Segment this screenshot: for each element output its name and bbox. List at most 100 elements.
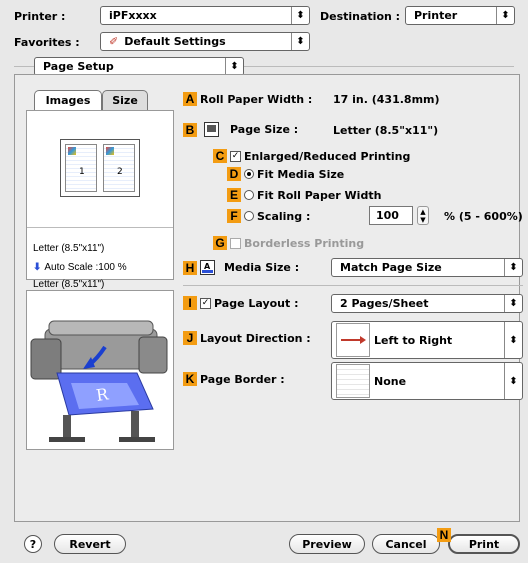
- marker-f: F: [227, 209, 241, 223]
- revert-button[interactable]: Revert: [54, 534, 126, 554]
- media-size-icon: A: [200, 260, 215, 275]
- help-icon: ?: [29, 537, 37, 551]
- up-down-arrows-icon: ⬍: [291, 33, 309, 50]
- borderless-row[interactable]: G Borderless Printing: [213, 236, 364, 250]
- page-size-icon: [204, 122, 219, 137]
- marker-n: N: [437, 528, 451, 542]
- favorites-icon: ✐: [109, 35, 119, 48]
- favorites-select[interactable]: ✐ Default Settings ⬍: [100, 32, 310, 51]
- left-to-right-icon: [336, 323, 370, 357]
- help-button[interactable]: ?: [24, 535, 42, 553]
- marker-i: I: [183, 296, 197, 310]
- page-size-row: B Page Size :: [183, 122, 298, 137]
- layout-direction-row: J Layout Direction :: [183, 331, 311, 345]
- printer-select[interactable]: iPFxxxx ⬍: [100, 6, 310, 25]
- scaling-radio[interactable]: [244, 211, 254, 221]
- down-arrow-icon: ⬇: [33, 262, 42, 273]
- tab-images[interactable]: Images: [34, 90, 102, 110]
- borderless-checkbox[interactable]: [230, 237, 241, 249]
- print-button[interactable]: Print: [448, 534, 520, 554]
- page-border-label: Page Border :: [200, 372, 285, 386]
- up-down-arrows-icon: ⬍: [504, 322, 522, 358]
- preview-page-number: 1: [79, 167, 85, 177]
- destination-select-value: Printer: [414, 9, 458, 22]
- scaling-label: Scaling :: [257, 209, 311, 223]
- enlarged-reduced-row[interactable]: C ✓ Enlarged/Reduced Printing: [213, 149, 410, 163]
- marker-h: H: [183, 260, 197, 275]
- enlarged-reduced-label: Enlarged/Reduced Printing: [244, 149, 411, 163]
- tab-size[interactable]: Size: [102, 90, 148, 110]
- favorites-label: Favorites :: [14, 36, 80, 49]
- up-down-arrows-icon: ⬍: [291, 7, 309, 24]
- page-size-label: Page Size :: [230, 123, 299, 136]
- page-border-select-value: None: [374, 374, 407, 388]
- fit-roll-paper-width-row[interactable]: E Fit Roll Paper Width: [227, 188, 381, 202]
- page-layout-label: Page Layout :: [214, 296, 299, 310]
- page-border-row: K Page Border :: [183, 372, 285, 386]
- auto-scale-text: Auto Scale :100 %: [44, 262, 127, 273]
- preview-info-top: Letter (8.5"x11"): [33, 243, 105, 254]
- preview-page-image: [106, 147, 114, 155]
- printer-label: Printer :: [14, 10, 66, 23]
- scaling-range: % (5 - 600%): [444, 210, 523, 223]
- marker-k: K: [183, 372, 197, 386]
- up-down-arrows-icon: ⬍: [504, 363, 522, 399]
- enlarged-reduced-checkbox[interactable]: ✓: [230, 150, 241, 162]
- stepper-down-icon: ▼: [420, 215, 426, 224]
- media-size-select[interactable]: Match Page Size ⬍: [331, 258, 523, 277]
- fit-roll-paper-width-radio[interactable]: [244, 190, 254, 200]
- roll-paper-width-label: Roll Paper Width :: [200, 92, 313, 106]
- preview-auto-scale: ⬇ Auto Scale :100 %: [33, 262, 127, 273]
- up-down-arrows-icon: ⬍: [504, 259, 522, 276]
- destination-label: Destination :: [320, 10, 401, 23]
- marker-g: G: [213, 236, 227, 250]
- page-border-select[interactable]: None ⬍: [331, 362, 523, 400]
- up-down-arrows-icon: ⬍: [496, 7, 514, 24]
- preview-page-image: [68, 147, 76, 155]
- marker-b: B: [183, 122, 197, 137]
- fit-media-size-row[interactable]: D Fit Media Size: [227, 167, 344, 181]
- marker-j: J: [183, 331, 197, 345]
- printer-illustration: R: [26, 290, 174, 450]
- up-down-arrows-icon: ⬍: [225, 58, 243, 75]
- marker-c: C: [213, 149, 227, 163]
- favorites-select-value: Default Settings: [124, 35, 226, 48]
- page-layout-select[interactable]: 2 Pages/Sheet ⬍: [331, 294, 523, 313]
- scaling-stepper[interactable]: ▲ ▼: [417, 206, 429, 225]
- page-size-value: Letter (8.5"x11"): [333, 124, 439, 137]
- media-size-select-value: Match Page Size: [340, 261, 442, 274]
- page-layout-checkbox[interactable]: ✓: [200, 297, 211, 309]
- preview-page-1: 1: [65, 144, 97, 192]
- up-down-arrows-icon: ⬍: [504, 295, 522, 312]
- preview-button[interactable]: Preview: [289, 534, 365, 554]
- scaling-input-value: 100: [376, 209, 399, 222]
- preview-page-2: 2: [103, 144, 135, 192]
- preview-info-bottom: Letter (8.5"x11"): [33, 279, 105, 290]
- settings-divider: [183, 285, 523, 286]
- fit-media-size-label: Fit Media Size: [257, 167, 345, 181]
- scaling-row[interactable]: F Scaling :: [227, 209, 310, 223]
- layout-direction-select[interactable]: Left to Right ⬍: [331, 321, 523, 359]
- cancel-button[interactable]: Cancel: [372, 534, 440, 554]
- preview-page-number: 2: [117, 167, 123, 177]
- stepper-up-icon: ▲: [420, 207, 426, 216]
- tab-size-label: Size: [112, 94, 138, 107]
- scaling-input[interactable]: 100: [369, 206, 413, 225]
- media-size-row: H A Media Size :: [183, 260, 299, 275]
- printer-select-value: iPFxxxx: [109, 9, 157, 22]
- preview-divider: [27, 227, 173, 228]
- tab-images-label: Images: [45, 94, 91, 107]
- marker-d: D: [227, 167, 241, 181]
- layout-direction-label: Layout Direction :: [200, 331, 311, 345]
- fit-media-size-radio[interactable]: [244, 169, 254, 179]
- marker-a: A: [183, 92, 197, 106]
- destination-select[interactable]: Printer ⬍: [405, 6, 515, 25]
- page-border-none-icon: [336, 364, 370, 398]
- preview-panel: 1 2 Letter (8.5"x11") ⬇ Auto Scale :100 …: [26, 110, 174, 290]
- page-layout-row[interactable]: I ✓ Page Layout :: [183, 296, 299, 310]
- borderless-label: Borderless Printing: [244, 236, 365, 250]
- media-size-label: Media Size :: [224, 261, 300, 274]
- panel-select-value: Page Setup: [43, 60, 114, 73]
- layout-direction-select-value: Left to Right: [374, 333, 453, 347]
- preview-sheet: 1 2: [60, 139, 140, 197]
